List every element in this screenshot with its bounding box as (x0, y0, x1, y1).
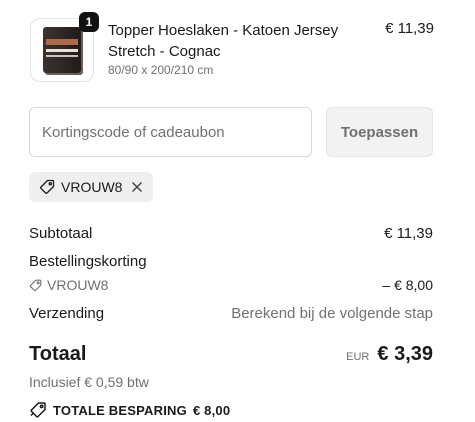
order-discount-row: Bestellingskorting (29, 253, 433, 270)
order-discount-code: VROUW8 (29, 277, 108, 293)
line-item: 1 Topper Hoeslaken - Katoen Jersey Stret… (30, 12, 434, 82)
product-package-icon (43, 27, 81, 73)
tag-icon (30, 402, 46, 418)
order-discount-label: Bestellingskorting (29, 253, 147, 270)
subtotal-row: Subtotaal € 11,39 (29, 225, 433, 242)
total-row: Totaal EUR € 3,39 (29, 343, 433, 366)
total-currency: EUR (346, 351, 370, 363)
tag-icon (39, 179, 55, 195)
checkout-summary: 1 Topper Hoeslaken - Katoen Jersey Stret… (0, 0, 475, 422)
order-discount-value: – € 8,00 (382, 277, 433, 293)
total-savings: TOTALE BESPARING € 8,00 (29, 401, 230, 419)
subtotal-value: € 11,39 (384, 225, 433, 242)
order-discount-code-text: VROUW8 (47, 277, 109, 293)
remove-discount-close-icon[interactable] (130, 180, 144, 194)
applied-discount-tag: VROUW8 (29, 172, 153, 202)
subtotal-label: Subtotaal (29, 225, 93, 242)
quantity-badge: 1 (79, 12, 99, 32)
total-label: Totaal (29, 343, 87, 365)
applied-code-text: VROUW8 (61, 179, 123, 195)
shipping-label: Verzending (29, 305, 105, 322)
shipping-row: Verzending Berekend bij de volgende stap (29, 305, 433, 322)
shipping-value: Berekend bij de volgende stap (231, 305, 433, 322)
total-savings-label: TOTALE BESPARING (53, 402, 187, 418)
vat-note-row: Inclusief € 0,59 btw (29, 374, 433, 390)
vat-note: Inclusief € 0,59 btw (29, 374, 149, 390)
total-savings-value: € 8,00 (192, 402, 231, 418)
apply-discount-button[interactable]: Toepassen (326, 107, 433, 157)
product-title: Topper Hoeslaken - Katoen Jersey Stretch… (108, 22, 339, 60)
order-discount-detail-row: VROUW8 – € 8,00 (29, 277, 433, 293)
tag-icon (29, 279, 42, 291)
discount-code-input[interactable] (29, 107, 312, 157)
product-price: € 11,39 (385, 20, 434, 37)
total-value: € 3,39 (377, 343, 433, 365)
product-variant: 80/90 x 200/210 cm (108, 63, 214, 77)
